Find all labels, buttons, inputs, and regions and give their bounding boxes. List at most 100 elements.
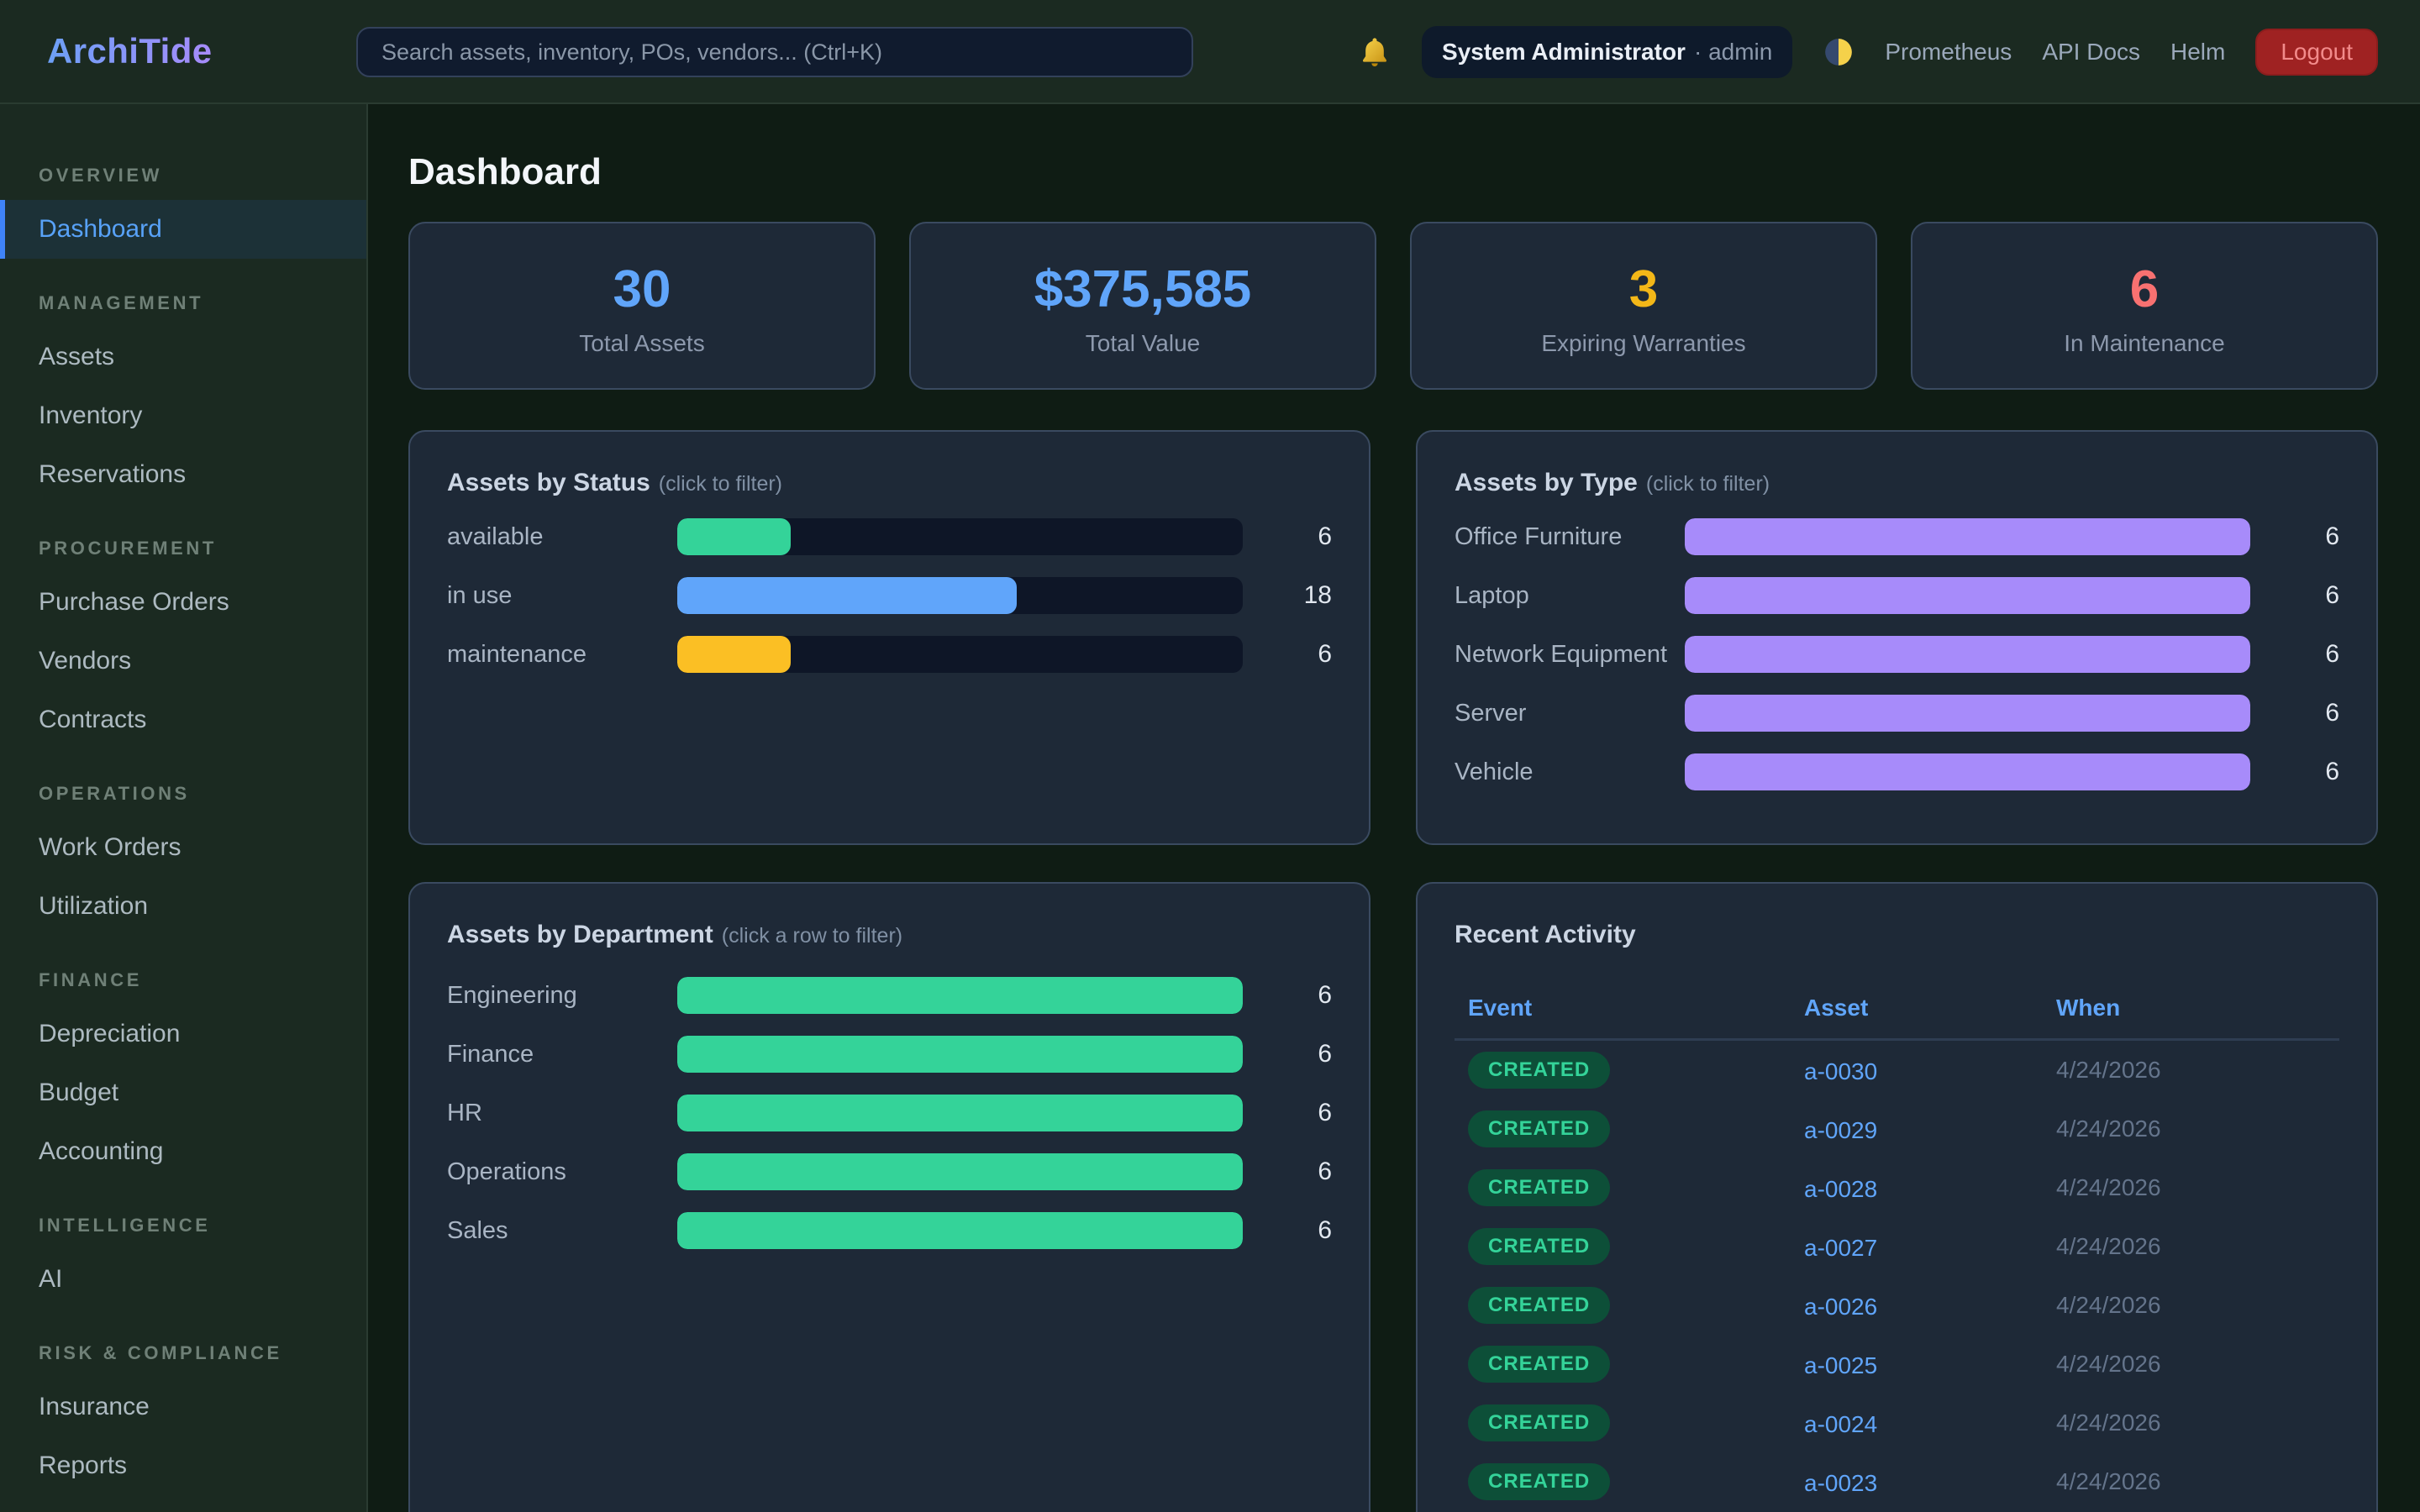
sidebar-item-inventory[interactable]: Inventory (0, 386, 366, 445)
chart-bar-row[interactable]: HR6 (447, 1084, 1332, 1142)
sidebar-item-purchase-orders[interactable]: Purchase Orders (0, 573, 366, 632)
chart-bar-row[interactable]: Engineering 6 (447, 966, 1332, 1025)
activity-date: 4/24/2026 (2056, 1057, 2339, 1084)
event-badge: CREATED (1468, 1228, 1610, 1265)
sidebar-item-vendors[interactable]: Vendors (0, 632, 366, 690)
sidebar-item-budget[interactable]: Budget (0, 1063, 366, 1122)
bar-fill (677, 1036, 1243, 1073)
bar-track (677, 1095, 1243, 1131)
asset-link[interactable]: a-0027 (1804, 1235, 1877, 1261)
stat-value: 3 (1629, 261, 1658, 318)
bar-value: 18 (1243, 581, 1332, 610)
notification-bell-icon[interactable] (1358, 35, 1392, 69)
panel-title: Assets by Type (1455, 469, 1638, 496)
chart-bar-row[interactable]: Server6 (1455, 684, 2339, 743)
chart-bar-row[interactable]: Office Furniture 6 (1455, 507, 2339, 566)
asset-link[interactable]: a-0026 (1804, 1294, 1877, 1320)
bar-fill (677, 1153, 1243, 1190)
panel-title: Recent Activity (1455, 921, 1636, 948)
user-badge: System Administrator · admin (1422, 26, 1792, 78)
asset-link[interactable]: a-0030 (1804, 1058, 1877, 1084)
stat-label: Total Value (1086, 330, 1200, 357)
activity-date: 4/24/2026 (2056, 1233, 2339, 1260)
chart-bar-row[interactable]: Network Equipment 6 (1455, 625, 2339, 684)
asset-link[interactable]: a-0024 (1804, 1411, 1877, 1437)
activity-table: Event Asset When CREATEDa-00304/24/2026C… (1455, 995, 2339, 1511)
sidebar-section-label: PROCUREMENT (39, 538, 366, 559)
bar-label: Office Furniture (1455, 523, 1685, 551)
bar-track (1685, 636, 2250, 673)
event-badge: CREATED (1468, 1287, 1610, 1324)
bar-fill (1685, 695, 2250, 732)
top-bar: ArchiTide System Administrator · admin P… (0, 0, 2420, 104)
bar-track (677, 1036, 1243, 1073)
asset-link[interactable]: a-0028 (1804, 1176, 1877, 1202)
nav-link-prometheus[interactable]: Prometheus (1885, 39, 2012, 66)
sidebar-item-depreciation[interactable]: Depreciation (0, 1005, 366, 1063)
chart-bar-row[interactable]: Vehicle 6 (1455, 743, 2339, 801)
event-badge: CREATED (1468, 1110, 1610, 1147)
sidebar-item-assets[interactable]: Assets (0, 328, 366, 386)
sidebar-item-utilization[interactable]: Utilization (0, 877, 366, 936)
nav-link-api-docs[interactable]: API Docs (2042, 39, 2140, 66)
bar-value: 6 (2250, 640, 2339, 669)
chart-bar-row[interactable]: available 6 (447, 507, 1332, 566)
global-search-input[interactable] (356, 27, 1193, 77)
chart-bar-row[interactable]: maintenance6 (447, 625, 1332, 684)
logout-button[interactable]: Logout (2255, 29, 2378, 76)
activity-row: CREATED a-0027 4/24/2026 (1455, 1217, 2339, 1276)
bar-value: 6 (1243, 1158, 1332, 1186)
panels-row-1: Assets by Status(click to filter) availa… (408, 430, 2378, 845)
stat-card: 6 In Maintenance (1911, 222, 2378, 390)
bar-track (1685, 753, 2250, 790)
bar-label: Finance (447, 1041, 677, 1068)
sidebar-item-accounting[interactable]: Accounting (0, 1122, 366, 1181)
bar-value: 6 (1243, 522, 1332, 551)
chart-bar-row[interactable]: Sales6 (447, 1201, 1332, 1260)
bar-label: Operations (447, 1158, 677, 1186)
stat-value: 6 (2130, 261, 2159, 318)
bar-label: Engineering (447, 982, 677, 1010)
panels-row-2: Assets by Department(click a row to filt… (408, 882, 2378, 1512)
bar-fill (1685, 518, 2250, 555)
sidebar-item-reservations[interactable]: Reservations (0, 445, 366, 504)
panel-note: (click to filter) (659, 472, 782, 496)
asset-link[interactable]: a-0025 (1804, 1352, 1877, 1378)
assets-by-status-panel: Assets by Status(click to filter) availa… (408, 430, 1370, 845)
header-actions: System Administrator · admin Prometheus … (1358, 0, 2378, 104)
stat-label: In Maintenance (2064, 330, 2224, 357)
sidebar-item-ai[interactable]: AI (0, 1250, 366, 1309)
stat-value: 30 (613, 261, 671, 318)
asset-link[interactable]: a-0029 (1804, 1117, 1877, 1143)
chart-bar-row[interactable]: Operations 6 (447, 1142, 1332, 1201)
sidebar-item-work-orders[interactable]: Work Orders (0, 818, 366, 877)
bar-value: 6 (1243, 640, 1332, 669)
app-logo: ArchiTide (47, 31, 213, 71)
event-badge: CREATED (1468, 1404, 1610, 1441)
theme-toggle-moon-icon[interactable] (1823, 36, 1854, 68)
chart-bar-row[interactable]: Finance 6 (447, 1025, 1332, 1084)
sidebar-section-label: OVERVIEW (39, 165, 366, 186)
sidebar-item-dashboard[interactable]: Dashboard (0, 200, 366, 259)
bar-track (677, 518, 1243, 555)
chart-bar-row[interactable]: in use18 (447, 566, 1332, 625)
bar-label: Vehicle (1455, 759, 1685, 786)
bar-label: Server (1455, 700, 1685, 727)
bar-value: 6 (1243, 981, 1332, 1010)
bar-label: Network Equipment (1455, 641, 1685, 669)
bar-label: available (447, 523, 677, 551)
bar-value: 6 (1243, 1040, 1332, 1068)
activity-row: CREATEDa-00294/24/2026 (1455, 1100, 2339, 1158)
stat-value: $375,585 (1034, 261, 1252, 318)
sidebar-item-insurance[interactable]: Insurance (0, 1378, 366, 1436)
chart-bar-row[interactable]: Laptop6 (1455, 566, 2339, 625)
asset-link[interactable]: a-0023 (1804, 1470, 1877, 1496)
sidebar-item-contracts[interactable]: Contracts (0, 690, 366, 749)
bar-value: 6 (2250, 758, 2339, 786)
bar-value: 6 (2250, 522, 2339, 551)
sidebar-item-reports[interactable]: Reports (0, 1436, 366, 1495)
activity-date: 4/24/2026 (2056, 1351, 2339, 1378)
bar-track (677, 1212, 1243, 1249)
main-content: Dashboard 30Total Assets$375,585Total Va… (368, 104, 2420, 1512)
nav-link-helm[interactable]: Helm (2170, 39, 2225, 66)
